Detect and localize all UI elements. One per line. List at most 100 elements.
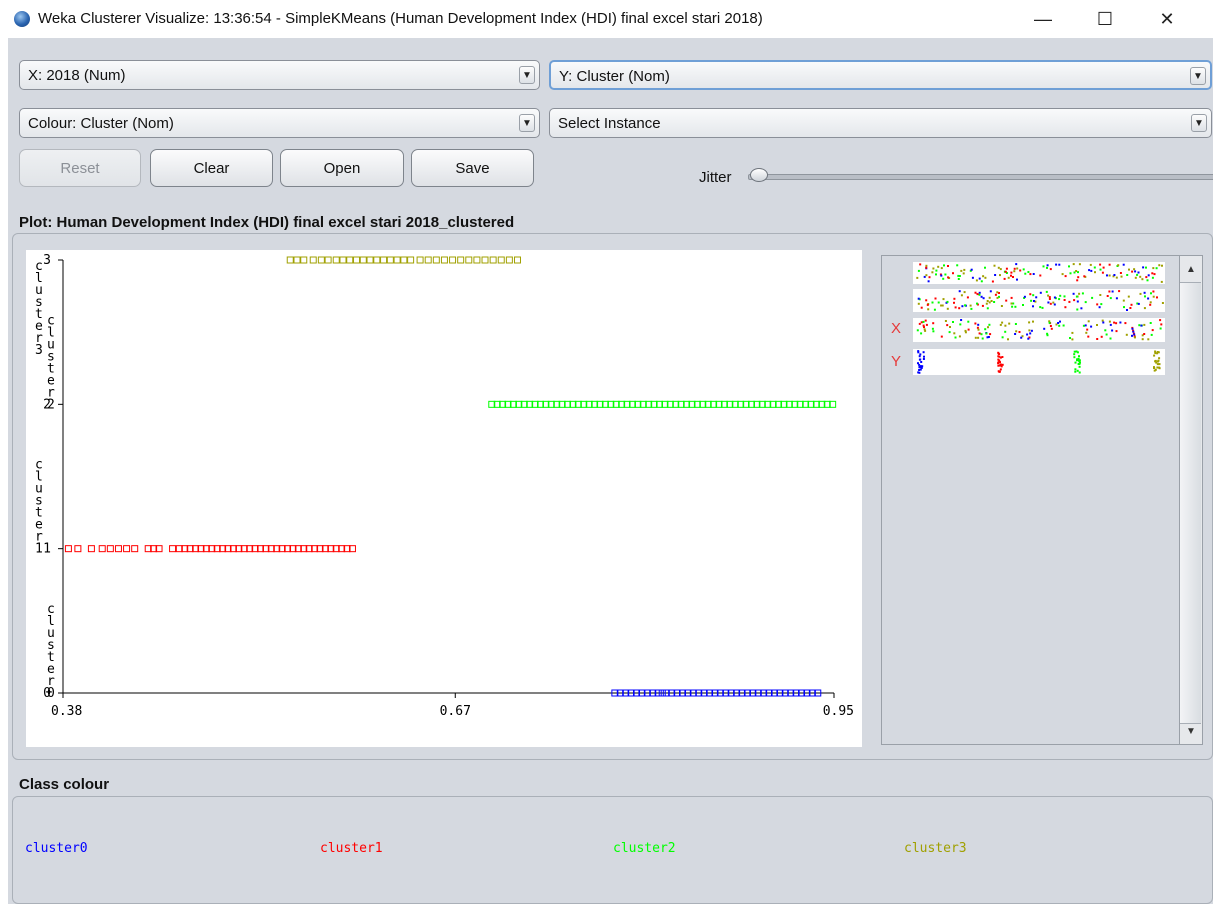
attribute-point — [1108, 320, 1111, 323]
attribute-point — [1063, 299, 1066, 301]
attribute-point — [1068, 265, 1070, 268]
attribute-point — [1087, 335, 1090, 338]
attribute-point — [964, 331, 967, 334]
attribute-point — [922, 351, 925, 354]
attribute-point — [957, 278, 960, 280]
attribute-point — [1161, 302, 1164, 304]
attribute-point — [1053, 296, 1056, 299]
attribute-point — [1048, 296, 1051, 299]
colour-select-label: Colour: Cluster (Nom) — [28, 115, 174, 132]
scatter-plot[interactable]: 0.38 0.67 0.950123cluster3cluster2cluster1… — [26, 250, 862, 747]
attribute-point — [993, 301, 996, 303]
scatter-point — [300, 256, 308, 264]
attribute-point — [1015, 330, 1018, 333]
attribute-point — [1094, 271, 1096, 274]
attribute-strip-y[interactable] — [913, 349, 1165, 375]
scatter-plot-area[interactable]: 0.38 0.67 0.95 0 1 2 3 c l u s t e r 3 c l u s t e r 2 c l u s t e r 1… — [26, 250, 862, 747]
attribute-point — [1086, 328, 1089, 331]
scatter-point — [324, 256, 332, 264]
attribute-strip-x[interactable] — [913, 318, 1165, 342]
attribute-point — [963, 291, 966, 294]
class-cluster2[interactable]: cluster2 — [613, 841, 676, 856]
attribute-point — [1096, 338, 1099, 340]
attribute-point — [1076, 369, 1079, 372]
attribute-point — [984, 276, 987, 279]
save-button[interactable]: Save — [411, 149, 534, 187]
attribute-point — [953, 297, 956, 300]
attribute-point — [1146, 279, 1149, 282]
attribute-point — [1058, 298, 1061, 301]
scrollbar-thumb[interactable] — [1180, 282, 1201, 724]
attribute-point — [1122, 263, 1125, 266]
attribute-point — [1125, 333, 1128, 336]
class-cluster1[interactable]: cluster1 — [320, 841, 383, 856]
attribute-point — [1109, 337, 1112, 340]
attribute-point — [1147, 274, 1150, 277]
jitter-slider-track[interactable] — [748, 174, 1213, 180]
attribute-scrollbar[interactable]: ▲ ▼ — [1179, 256, 1202, 744]
y-axis-select[interactable]: Y: Cluster (Nom) ▼ — [549, 60, 1212, 90]
attribute-point — [1022, 304, 1024, 306]
attribute-point — [1147, 338, 1150, 341]
attribute-strip-2[interactable] — [913, 289, 1165, 312]
attribute-point — [1085, 331, 1088, 334]
attribute-point — [933, 308, 936, 311]
attribute-point — [1154, 350, 1157, 353]
reset-button[interactable]: Reset — [19, 149, 141, 187]
attribute-point — [1001, 336, 1004, 339]
attribute-point — [1158, 363, 1161, 366]
attribute-point — [999, 268, 1002, 271]
attribute-point — [1108, 290, 1111, 293]
attribute-point — [1073, 350, 1076, 353]
attribute-point — [1099, 268, 1102, 271]
select-instance-dropdown[interactable]: Select Instance ▼ — [549, 108, 1212, 138]
close-button[interactable]: ✕ — [1144, 4, 1190, 34]
attribute-point — [1096, 324, 1098, 326]
attribute-point — [1048, 298, 1051, 300]
attribute-point — [1039, 306, 1042, 309]
attribute-point — [925, 264, 928, 267]
class-cluster3[interactable]: cluster3 — [904, 841, 967, 856]
attribute-point — [1119, 321, 1122, 324]
scatter-point — [74, 545, 82, 553]
attribute-strip-1[interactable] — [913, 262, 1165, 284]
attribute-point — [997, 362, 1000, 365]
attribute-point — [1058, 324, 1061, 327]
x-axis-select[interactable]: X: 2018 (Num) ▼ — [19, 60, 540, 90]
colour-select[interactable]: Colour: Cluster (Nom) ▼ — [19, 108, 540, 138]
scroll-down-icon[interactable]: ▼ — [1180, 721, 1202, 741]
attribute-point — [1141, 278, 1144, 281]
attribute-point — [927, 280, 930, 283]
clear-button[interactable]: Clear — [150, 149, 273, 187]
attribute-point — [918, 369, 921, 371]
attribute-point — [1010, 271, 1013, 274]
attribute-point — [1080, 307, 1083, 310]
attribute-point — [1134, 276, 1137, 279]
scatter-point — [346, 256, 354, 264]
attribute-point — [1153, 369, 1156, 372]
scroll-up-icon[interactable]: ▲ — [1180, 259, 1202, 279]
open-button[interactable]: Open — [280, 149, 404, 187]
attribute-point — [946, 324, 949, 327]
attribute-point — [931, 301, 934, 304]
attribute-point — [1046, 334, 1049, 337]
scatter-point — [64, 545, 72, 553]
attribute-point — [1059, 320, 1061, 323]
attribute-point — [1157, 351, 1160, 354]
attribute-point — [1003, 277, 1006, 280]
attribute-point — [986, 307, 989, 310]
attribute-point — [1139, 292, 1142, 295]
jitter-slider-thumb[interactable] — [750, 168, 768, 182]
scatter-point — [317, 256, 325, 264]
window-title: Weka Clusterer Visualize: 13:36:54 - Sim… — [38, 10, 763, 27]
class-cluster0[interactable]: cluster0 — [25, 841, 88, 856]
attribute-point — [1001, 363, 1004, 366]
attribute-point — [1091, 296, 1094, 299]
maximize-button[interactable]: ☐ — [1082, 4, 1128, 34]
attribute-point — [1090, 325, 1093, 328]
attribute-point — [1145, 276, 1148, 279]
attribute-point — [1158, 366, 1161, 369]
attribute-point — [1076, 279, 1079, 282]
minimize-button[interactable]: — — [1020, 4, 1066, 34]
attribute-point — [1151, 276, 1154, 279]
